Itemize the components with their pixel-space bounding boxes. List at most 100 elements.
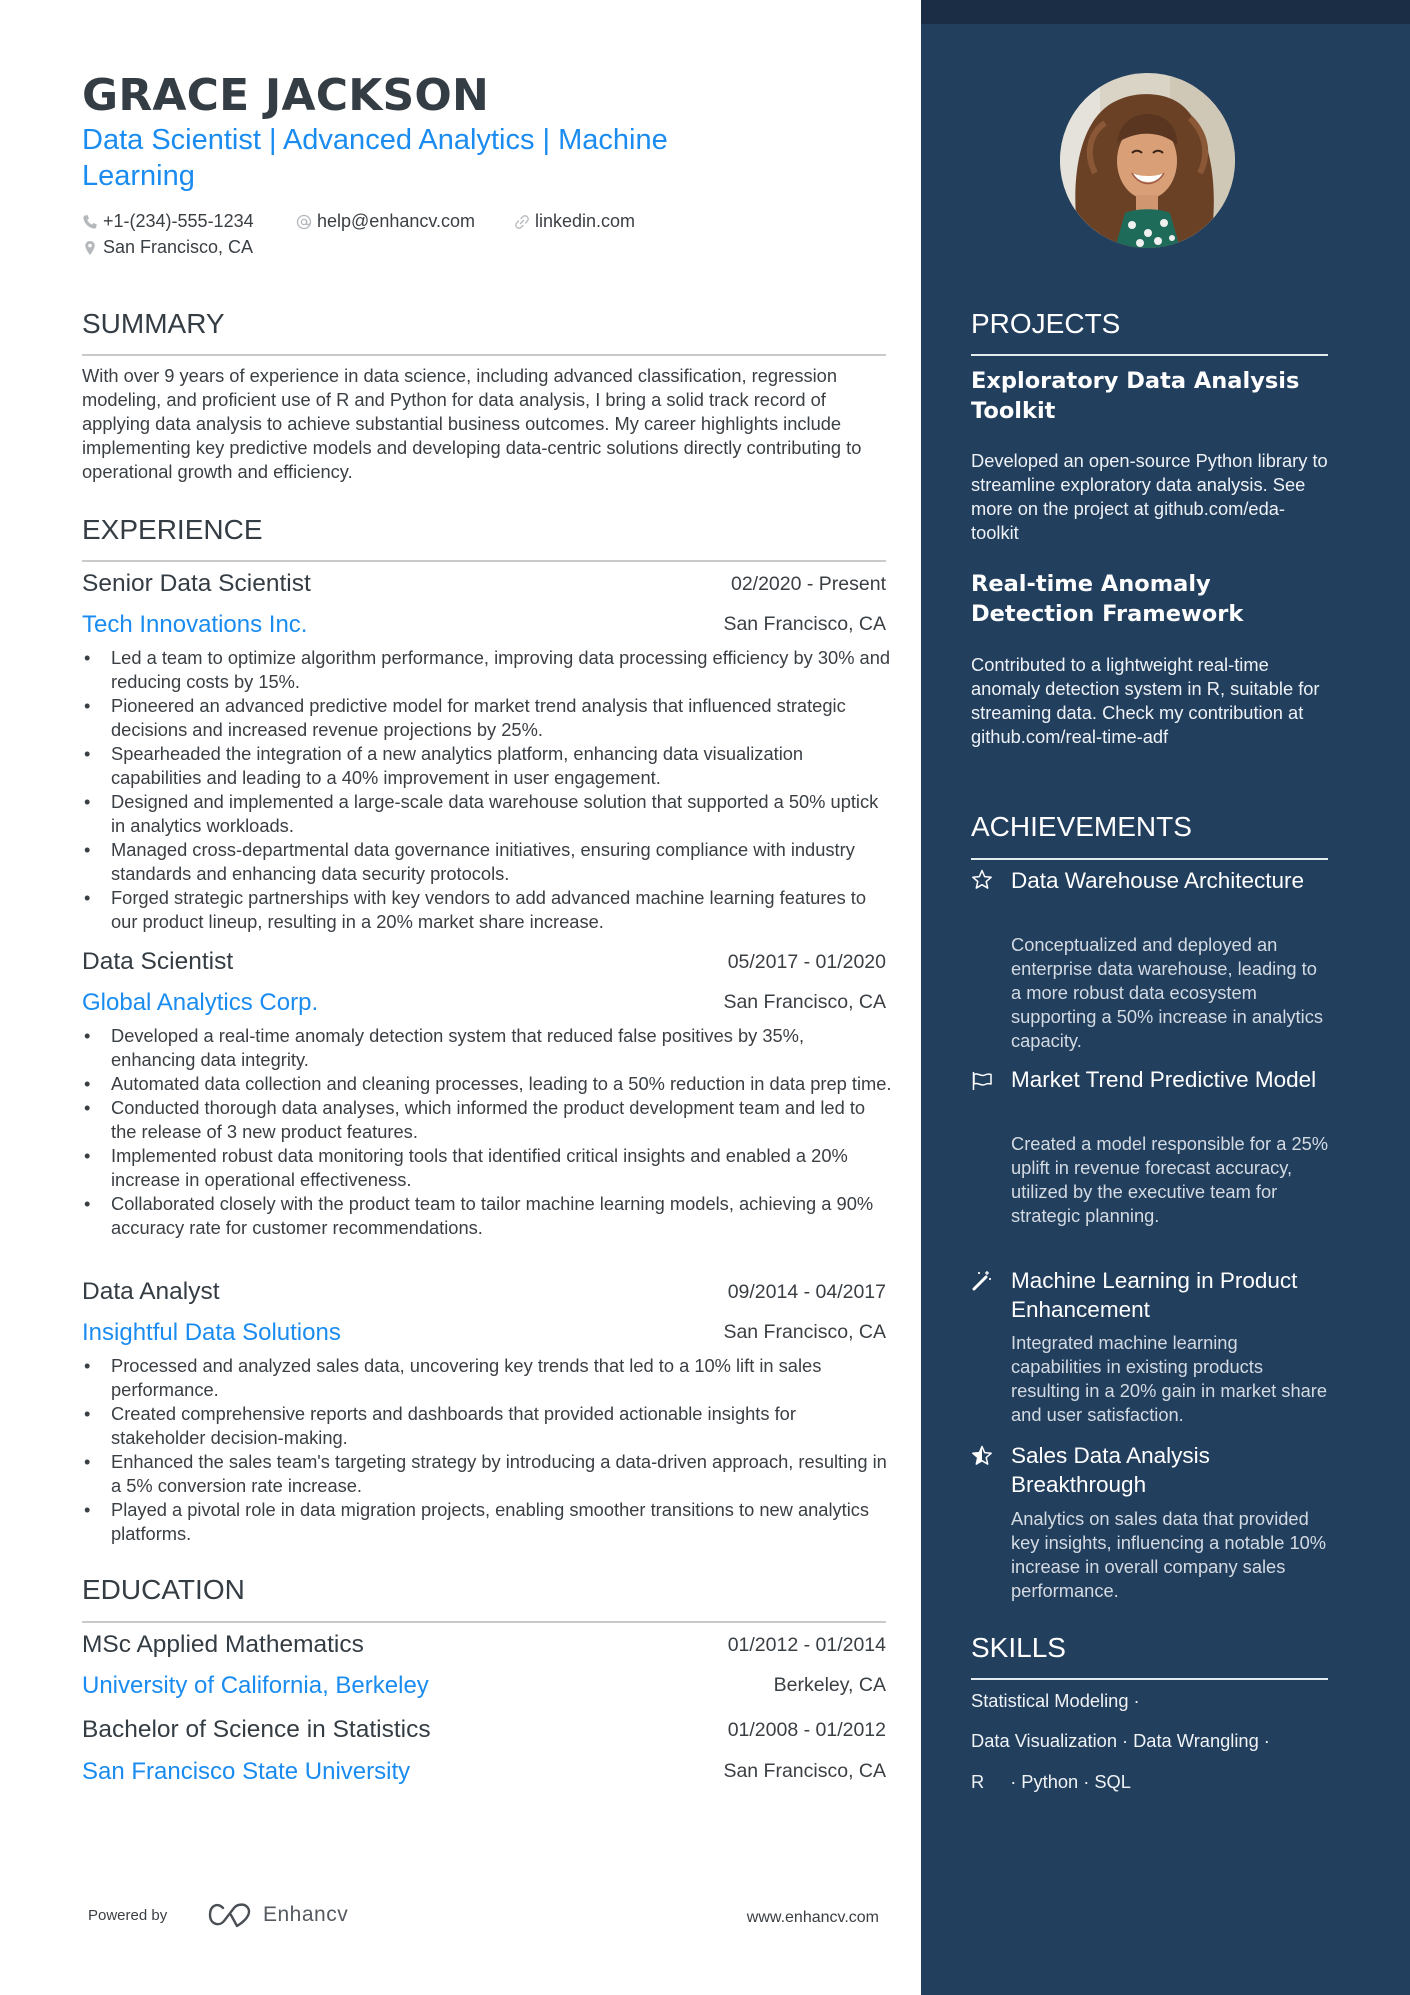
projects-divider (971, 354, 1328, 356)
enhancv-logo[interactable]: Enhancv (207, 1902, 348, 1928)
flag-icon (972, 1072, 992, 1090)
projects-heading: PROJECTS (971, 308, 1121, 339)
skill-tag: Data Wrangling (1133, 1730, 1259, 1751)
skill-tag: R (971, 1771, 985, 1792)
main-column: GRACE JACKSON Data Scientist | Advanced … (0, 0, 921, 1995)
phone-text: +1-(234)-555-1234 (103, 211, 254, 231)
job-bullet: Conducted thorough data analyses, which … (82, 1096, 892, 1144)
star-half-icon (972, 1445, 992, 1465)
job-title: Senior Data Scientist (82, 570, 311, 597)
enhancv-logo-icon (208, 1903, 251, 1928)
job-bullet: Pioneered an advanced predictive model f… (82, 694, 892, 742)
achievement-title: Sales Data Analysis Breakthrough (1011, 1443, 1210, 1497)
job-dates: 09/2014 - 04/2017 (727, 1281, 886, 1303)
job-bullet: Implemented robust data monitoring tools… (82, 1144, 892, 1192)
powered-by-label: Powered by (88, 1907, 168, 1924)
headline-line-1: Data Scientist | Advanced Analytics | Ma… (82, 124, 668, 156)
job-bullet: Played a pivotal role in data migration … (82, 1498, 892, 1546)
job-company[interactable]: Global Analytics Corp. (82, 989, 318, 1017)
skill-tag: Statistical Modeling (971, 1690, 1129, 1711)
job-bullets: Led a team to optimize algorithm perform… (82, 646, 892, 934)
job-bullet: Collaborated closely with the product te… (82, 1192, 892, 1240)
job-bullet: Forged strategic partnerships with key v… (82, 886, 892, 934)
sidebar-top-band (921, 0, 1410, 24)
education-degree: Bachelor of Science in Statistics (82, 1716, 431, 1743)
job-bullets: Processed and analyzed sales data, uncov… (82, 1354, 892, 1546)
job-company[interactable]: Tech Innovations Inc. (82, 611, 307, 639)
project-description: Developed an open-source Python library … (971, 450, 1328, 543)
link-icon (515, 214, 529, 229)
education-dates: 01/2012 - 01/2014 (727, 1634, 886, 1656)
candidate-name: GRACE JACKSON (82, 70, 490, 121)
skill-tag: Data Visualization (971, 1730, 1117, 1751)
footer-url[interactable]: www.enhancv.com (747, 1909, 879, 1927)
location-pin-icon (85, 240, 95, 255)
skills-heading: SKILLS (971, 1632, 1066, 1663)
summary-divider (82, 354, 886, 356)
job-dates: 02/2020 - Present (730, 573, 886, 595)
contact-location: San Francisco, CA (82, 237, 253, 258)
education-school[interactable]: University of California, Berkeley (82, 1672, 429, 1700)
skills-row: Data Visualization · Data Wrangling · (971, 1730, 1275, 1752)
education-divider (82, 1621, 886, 1623)
achievements-heading: ACHIEVEMENTS (971, 811, 1192, 842)
skills-divider (971, 1678, 1328, 1680)
job-dates: 05/2017 - 01/2020 (727, 951, 886, 973)
location-text: San Francisco, CA (103, 237, 254, 257)
star-outline-icon (972, 869, 992, 889)
avatar-portrait-icon (1060, 73, 1235, 248)
magic-wand-icon (972, 1271, 991, 1291)
skill-separator: · (1122, 1730, 1129, 1751)
job-title: Data Scientist (82, 948, 234, 975)
experience-divider (82, 560, 886, 562)
profile-photo (1060, 73, 1235, 248)
education-dates: 01/2008 - 01/2012 (727, 1719, 886, 1741)
job-title: Data Analyst (82, 1278, 220, 1305)
job-bullet: Automated data collection and cleaning p… (82, 1072, 892, 1096)
job-location: San Francisco, CA (723, 613, 886, 635)
contact-email[interactable]: help@enhancv.com (296, 211, 475, 232)
job-bullet: Led a team to optimize algorithm perform… (82, 646, 892, 694)
achievement-description: Integrated machine learning capabilities… (1011, 1332, 1328, 1425)
job-bullet: Designed and implemented a large-scale d… (82, 790, 892, 838)
job-bullet: Developed a real-time anomaly detection … (82, 1024, 892, 1072)
contact-linkedin[interactable]: linkedin.com (514, 211, 635, 232)
skill-separator: · (1083, 1771, 1090, 1792)
education-school[interactable]: San Francisco State University (82, 1758, 410, 1786)
achievement-title: Market Trend Predictive Model (1011, 1067, 1317, 1092)
job-bullets: Developed a real-time anomaly detection … (82, 1024, 892, 1240)
achievement-description: Analytics on sales data that provided ke… (1011, 1508, 1327, 1601)
skill-separator: · (1263, 1730, 1270, 1751)
education-location: Berkeley, CA (773, 1674, 886, 1696)
project-description: Contributed to a lightweight real-time a… (971, 654, 1320, 747)
skill-separator: · (1133, 1690, 1140, 1711)
achievement-description: Created a model responsible for a 25% up… (1011, 1133, 1329, 1226)
enhancv-brand: Enhancv (263, 1903, 349, 1926)
sidebar: PROJECTS Exploratory Data Analysis Toolk… (921, 0, 1410, 1995)
achievement-title: Machine Learning in Product Enhancement (1011, 1268, 1298, 1322)
skills-row: Statistical Modeling · (971, 1690, 1145, 1712)
achievement-title: Data Warehouse Architecture (1011, 868, 1305, 893)
job-company[interactable]: Insightful Data Solutions (82, 1319, 341, 1347)
headline-line-2: Learning (82, 160, 195, 192)
job-bullet: Created comprehensive reports and dashbo… (82, 1402, 892, 1450)
education-heading: EDUCATION (82, 1574, 245, 1605)
contact-phone: +1-(234)-555-1234 (82, 211, 254, 232)
skill-tag: SQL (1094, 1771, 1131, 1792)
skill-separator: · (1010, 1771, 1017, 1792)
email-link[interactable]: help@enhancv.com (317, 211, 475, 232)
summary-text: With over 9 years of experience in data … (82, 365, 862, 482)
job-location: San Francisco, CA (723, 991, 886, 1013)
linkedin-link[interactable]: linkedin.com (535, 211, 635, 232)
job-bullet: Processed and analyzed sales data, uncov… (82, 1354, 892, 1402)
job-bullet: Managed cross-departmental data governan… (82, 838, 892, 886)
summary-heading: SUMMARY (82, 308, 225, 339)
project-title: Real-time Anomaly Detection Framework (971, 571, 1244, 627)
skill-tag: Python (1021, 1771, 1079, 1792)
achievement-description: Conceptualized and deployed an enterpris… (1011, 934, 1323, 1051)
experience-heading: EXPERIENCE (82, 514, 263, 545)
skills-row: R · Python · SQL (971, 1771, 1131, 1793)
education-degree: MSc Applied Mathematics (82, 1631, 364, 1658)
project-title: Exploratory Data Analysis Toolkit (971, 368, 1300, 424)
job-bullet: Enhanced the sales team's targeting stra… (82, 1450, 892, 1498)
